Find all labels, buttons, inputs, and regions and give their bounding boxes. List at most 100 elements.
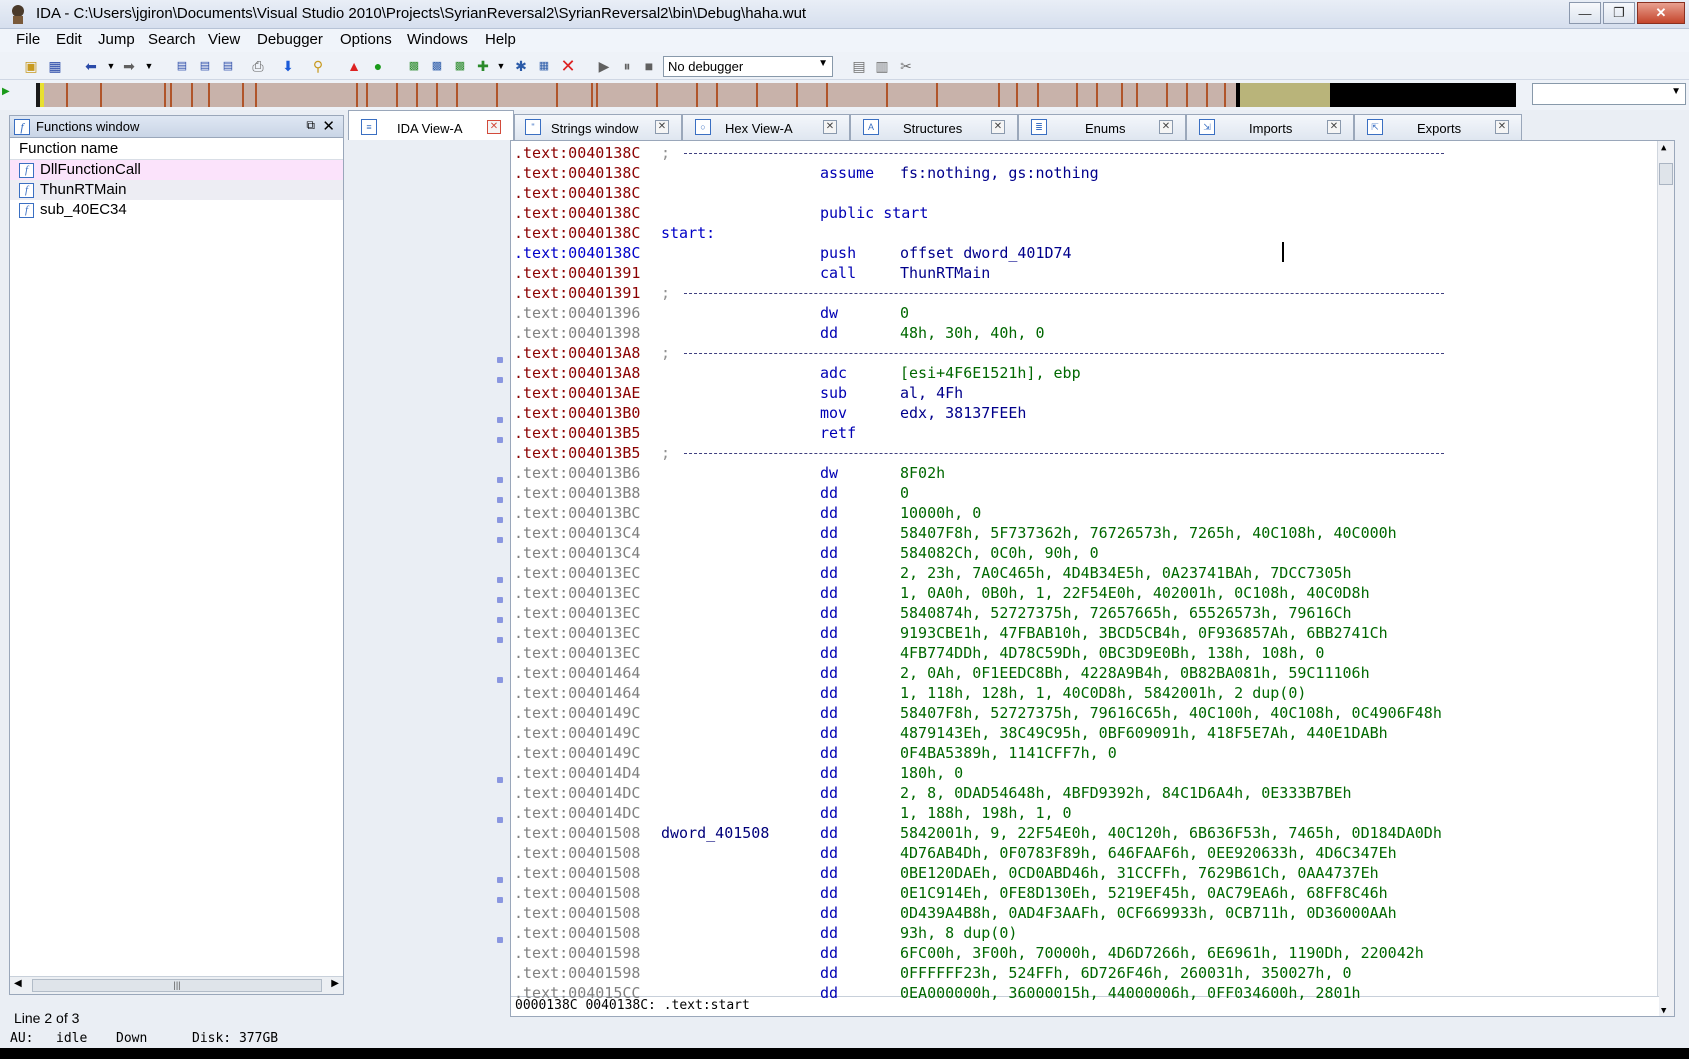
breakpoint-marker[interactable] (497, 497, 503, 503)
disasm-line[interactable]: .text:004014DC dd 2, 8, 0DAD54648h, 4BFD93… (511, 783, 1659, 803)
disasm-line[interactable]: .text:004013B0 mov edx, 38137FEEh (511, 403, 1659, 423)
disasm-line[interactable]: .text:004013A8 adc [esi+4F6E1521h], ebp (511, 363, 1659, 383)
nav-segment-dropdown[interactable]: ▼ (1532, 83, 1686, 105)
close-button[interactable]: ✕ (1637, 2, 1685, 24)
disasm-line[interactable]: .text:00401508 dword_401508 dd 5842001h, 9,… (511, 823, 1659, 843)
float-window-icon[interactable]: ⧉ (306, 118, 315, 133)
disasm-line[interactable]: .text:004014DC dd 1, 188h, 198h, 1, 0 (511, 803, 1659, 823)
disasm-line[interactable]: .text:004013C4 dd 584082Ch, 0C0h, 90h, 0 (511, 543, 1659, 563)
operands[interactable]: 180h, 0 (900, 763, 963, 783)
operands[interactable]: 8F02h (900, 463, 945, 483)
maximize-button[interactable]: ❐ (1603, 2, 1635, 24)
operands[interactable]: 2, 8, 0DAD54648h, 4BFD9392h, 84C1D6A4h, … (900, 783, 1352, 803)
navigation-band[interactable] (36, 83, 1516, 107)
search-next-icon[interactable]: ▤ (219, 57, 237, 75)
debug-detach-icon[interactable]: ✂ (897, 57, 915, 75)
operands[interactable]: 58407F8h, 52727375h, 79616C65h, 40C100h,… (900, 703, 1442, 723)
print-icon[interactable]: ⎙ (249, 57, 267, 75)
close-panel-icon[interactable]: ✕ (322, 117, 335, 135)
tab-exports[interactable]: ⇱ Exports ✕ (1354, 114, 1522, 140)
breakpoint-marker[interactable] (497, 577, 503, 583)
tab-ida-view-a[interactable]: ≡ IDA View-A ✕ (348, 110, 514, 140)
breakpoint-marker[interactable] (497, 597, 503, 603)
code-label[interactable]: start: (661, 223, 715, 243)
operands[interactable]: al, 4Fh (900, 383, 963, 403)
disasm-line[interactable]: .text:00401508 dd 0E1C914Eh, 0FE8D130Eh, 5… (511, 883, 1659, 903)
scroll-left-icon[interactable]: ◀ (14, 978, 22, 989)
forward-arrow-icon[interactable]: ➡ (120, 57, 138, 75)
disasm-line[interactable]: .text:00401464 dd 2, 0Ah, 0F1EEDC8Bh, 4228… (511, 663, 1659, 683)
scroll-thumb[interactable]: ||| (32, 979, 322, 992)
function-row[interactable]: f DllFunctionCall (10, 160, 343, 180)
disasm-line[interactable]: .text:004013BC dd 10000h, 0 (511, 503, 1659, 523)
operands[interactable]: 48h, 30h, 40h, 0 (900, 323, 1045, 343)
search-binary-icon[interactable]: ▤ (173, 57, 191, 75)
breakpoint-marker[interactable] (497, 537, 503, 543)
disasm-line[interactable]: .text:0040138C (511, 183, 1659, 203)
operands[interactable]: 0FFFFFF23h, 524FFh, 6D726F46h, 260031h, … (900, 963, 1352, 983)
disasm-line[interactable]: .text:0040149C dd 0F4BA5389h, 1141CFF7h, 0 (511, 743, 1659, 763)
operands[interactable]: ThunRTMain (900, 263, 990, 283)
function-row[interactable]: f sub_40EC34 (10, 200, 343, 220)
menu-options[interactable]: Options (340, 31, 392, 48)
disasm-line[interactable]: .text:00401508 dd 4D76AB4Dh, 0F0783F89h, 6… (511, 843, 1659, 863)
ida-app-icon[interactable] (8, 4, 28, 24)
breakpoint-marker[interactable] (497, 937, 503, 943)
operands[interactable]: 0BE120DAEh, 0CD0ABD46h, 31CCFFh, 7629B61… (900, 863, 1379, 883)
close-tab-icon[interactable]: ✕ (823, 120, 837, 134)
menu-search[interactable]: Search (148, 31, 196, 48)
disasm-line[interactable]: .text:004013EC dd 4FB774DDh, 4D78C59Dh, 0B… (511, 643, 1659, 663)
operands[interactable]: 0F4BA5389h, 1141CFF7h, 0 (900, 743, 1117, 763)
operands[interactable]: 2, 23h, 7A0C465h, 4D4B34E5h, 0A23741BAh,… (900, 563, 1352, 583)
breakpoint-marker[interactable] (497, 817, 503, 823)
disassembly-view[interactable]: ▲ ▼ 0000138C 0040138C: .text:start .text… (510, 140, 1675, 1017)
debugger-select[interactable]: No debugger ▼ (663, 56, 833, 77)
disasm-line[interactable]: .text:00401464 dd 1, 118h, 128h, 1, 40C0D8… (511, 683, 1659, 703)
disasm-line[interactable]: .text:004013B6 dw 8F02h (511, 463, 1659, 483)
disasm-line[interactable]: .text:004013C4 dd 58407F8h, 5F737362h, 767… (511, 523, 1659, 543)
back-dropdown-icon[interactable]: ▼ (102, 57, 120, 75)
breakpoint-marker[interactable] (497, 777, 503, 783)
function-row[interactable]: f ThunRTMain (10, 180, 343, 200)
operands[interactable]: 1, 118h, 128h, 1, 40C0D8h, 5842001h, 2 d… (900, 683, 1306, 703)
disasm-line[interactable]: .text:004013EC dd 5840874h, 52727375h, 726… (511, 603, 1659, 623)
menu-view[interactable]: View (208, 31, 240, 48)
operands[interactable]: fs:nothing, gs:nothing (900, 163, 1099, 183)
breakpoint-marker[interactable] (497, 517, 503, 523)
close-tab-icon[interactable]: ✕ (487, 120, 501, 134)
disasm-line[interactable]: .text:0040149C dd 4879143Eh, 38C49C95h, 0B… (511, 723, 1659, 743)
breakpoint-marker[interactable] (497, 877, 503, 883)
disasm-line[interactable]: .text:004013B5; (511, 443, 1659, 463)
disasm-line[interactable]: .text:00401508 dd 93h, 8 dup(0) (511, 923, 1659, 943)
disasm-line[interactable]: .text:0040138C assume fs:nothing, gs:nothi… (511, 163, 1659, 183)
breakpoint-marker[interactable] (497, 677, 503, 683)
add-dropdown-icon[interactable]: ▼ (492, 57, 510, 75)
minimize-button[interactable]: — (1569, 2, 1601, 24)
disasm-line[interactable]: .text:00401508 dd 0D439A4B8h, 0AD4F3AAFh, … (511, 903, 1659, 923)
close-tab-icon[interactable]: ✕ (991, 120, 1005, 134)
scroll-up-icon[interactable]: ▲ (1661, 143, 1666, 153)
tab-imports[interactable]: ⇲ Imports ✕ (1186, 114, 1354, 140)
scroll-down-icon[interactable]: ▼ (1661, 1006, 1666, 1016)
disasm-line[interactable]: .text:0040138C start: (511, 223, 1659, 243)
tab-enums[interactable]: ≣ Enums ✕ (1018, 114, 1186, 140)
menu-help[interactable]: Help (485, 31, 516, 48)
tab-strings-window[interactable]: " Strings window ✕ (514, 114, 682, 140)
disasm-line[interactable]: .text:00401598 dd 0FFFFFF23h, 524FFh, 6D72… (511, 963, 1659, 983)
operands[interactable]: edx, 38137FEEh (900, 403, 1026, 423)
operands[interactable]: 584082Ch, 0C0h, 90h, 0 (900, 543, 1099, 563)
operands[interactable]: 5840874h, 52727375h, 72657665h, 65526573… (900, 603, 1352, 623)
close-tab-icon[interactable]: ✕ (655, 120, 669, 134)
operands[interactable]: 9193CBE1h, 47FBAB10h, 3BCD5CB4h, 0F93685… (900, 623, 1388, 643)
disasm-line[interactable]: .text:00401508 dd 0BE120DAEh, 0CD0ABD46h, … (511, 863, 1659, 883)
disasm-line[interactable]: .text:0040138C public start (511, 203, 1659, 223)
disasm-line[interactable]: .text:004014D4 dd 180h, 0 (511, 763, 1659, 783)
search-icon[interactable]: ⚲ (309, 57, 327, 75)
operands[interactable]: 4FB774DDh, 4D78C59Dh, 0BC3D9E0Bh, 138h, … (900, 643, 1324, 663)
operands[interactable]: 1, 0A0h, 0B0h, 1, 22F54E0h, 402001h, 0C1… (900, 583, 1370, 603)
make-code-icon[interactable]: ▩ (405, 57, 423, 75)
delete-x-icon[interactable]: ✕ (559, 57, 577, 75)
operands[interactable]: 58407F8h, 5F737362h, 76726573h, 7265h, 4… (900, 523, 1397, 543)
disasm-line[interactable]: .text:00401598 dd 6FC00h, 3F00h, 70000h, 4… (511, 943, 1659, 963)
operands[interactable]: 4879143Eh, 38C49C95h, 0BF609091h, 418F5E… (900, 723, 1388, 743)
